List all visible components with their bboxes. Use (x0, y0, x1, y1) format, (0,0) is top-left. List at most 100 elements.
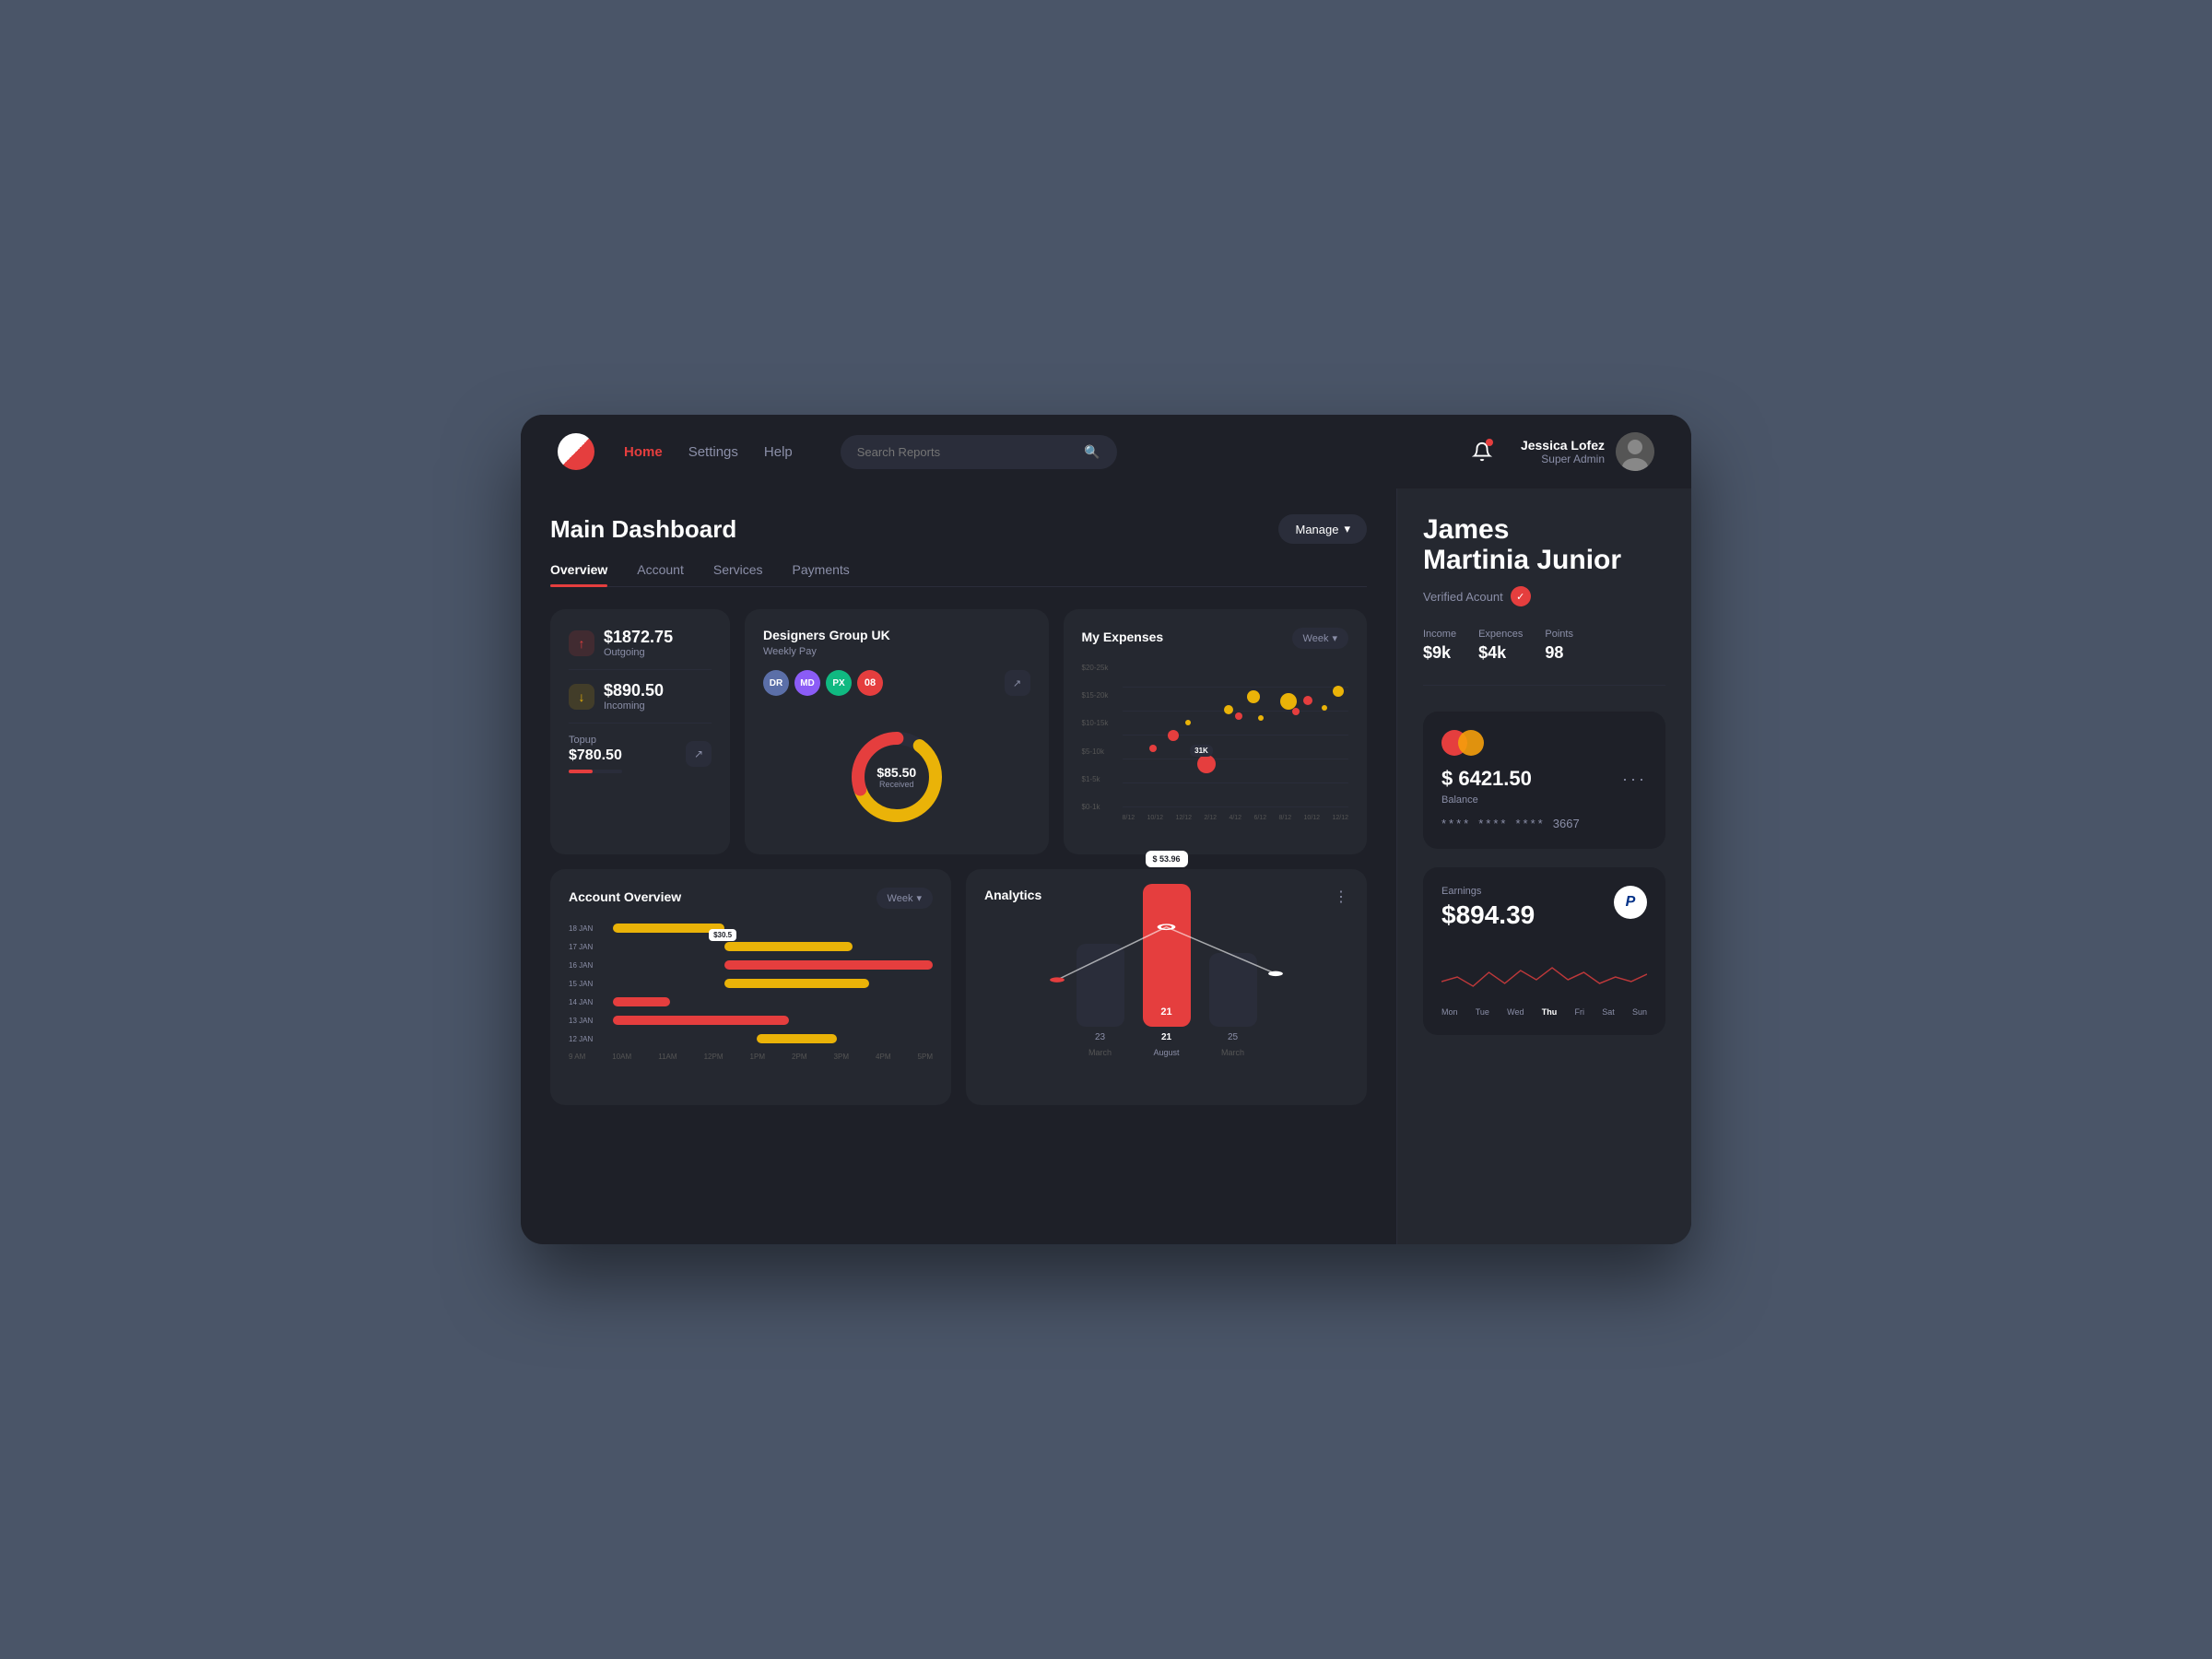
card-balance-row: $ 6421.50 ··· (1441, 767, 1647, 791)
day-tue: Tue (1476, 1007, 1489, 1017)
expenses-label: Expences (1478, 629, 1523, 640)
analytics-chart: 23 March $ 53.96 21 21 August (984, 921, 1348, 1087)
app-logo (558, 433, 594, 470)
avatar-px: PX (826, 670, 852, 696)
avatar-row: DR MD PX 08 ↗ (763, 670, 1030, 696)
search-input[interactable] (857, 445, 1076, 459)
card-dots-1: **** (1441, 817, 1471, 830)
expand-icon[interactable]: ↗ (1005, 670, 1030, 696)
verified-badge: ✓ (1511, 586, 1531, 606)
expenses-title: My Expenses (1082, 629, 1164, 644)
card-balance-label: Balance (1441, 794, 1647, 806)
income-label: Income (1423, 629, 1456, 640)
card-more-icon[interactable]: ··· (1622, 770, 1647, 789)
card-amount: $ 6421.50 (1441, 767, 1532, 791)
outgoing-amount: $1872.75 (604, 628, 673, 647)
search-bar[interactable]: 🔍 (841, 435, 1117, 469)
earnings-card: Earnings $894.39 P Mon Tue Wed Thu Fri (1423, 867, 1665, 1035)
day-fri: Fri (1574, 1007, 1584, 1017)
tab-overview[interactable]: Overview (550, 562, 607, 586)
topup-amount: $780.50 (569, 747, 622, 764)
incoming-icon: ↓ (569, 684, 594, 710)
account-overview-header: Account Overview Week ▾ (569, 888, 933, 909)
divider (569, 669, 712, 670)
payment-card: $ 6421.50 ··· Balance **** **** **** 366… (1423, 712, 1665, 849)
donut-label: Received (877, 780, 916, 789)
bell-icon[interactable] (1465, 435, 1499, 468)
card-dots-2: **** (1478, 817, 1508, 830)
nav-home[interactable]: Home (624, 444, 663, 460)
expenses-value: $4k (1478, 643, 1523, 663)
expenses-card: My Expenses Week ▾ $20-25k $15-20k $10-1… (1064, 609, 1368, 854)
user-text: Jessica Lofez Super Admin (1521, 438, 1605, 465)
stats-row: Income $9k Expences $4k Points 98 (1423, 629, 1665, 686)
divider (569, 723, 712, 724)
user-name: Jessica Lofez (1521, 438, 1605, 453)
earnings-header: Earnings $894.39 P (1441, 886, 1647, 930)
analytics-card: Analytics ⋮ 23 March (966, 869, 1367, 1105)
gantt-row: 14 JAN (569, 997, 933, 1006)
earnings-days: Mon Tue Wed Thu Fri Sat Sun (1441, 1007, 1647, 1017)
day-sun: Sun (1632, 1007, 1647, 1017)
nav-help[interactable]: Help (764, 444, 793, 460)
user-role: Super Admin (1521, 453, 1605, 465)
donut-center: $85.50 Received (877, 765, 916, 789)
designers-title: Designers Group UK (763, 628, 1030, 642)
avatar-dr: DR (763, 670, 789, 696)
manage-button[interactable]: Manage ▾ (1278, 514, 1367, 544)
points-stat: Points 98 (1545, 629, 1573, 663)
day-wed: Wed (1507, 1007, 1524, 1017)
gantt-row: 12 JAN (569, 1034, 933, 1043)
nav: Home Settings Help (624, 444, 793, 460)
account-week-selector[interactable]: Week ▾ (877, 888, 933, 909)
verified-text: Verified Acount (1423, 590, 1503, 604)
points-value: 98 (1545, 643, 1573, 663)
tab-payments[interactable]: Payments (793, 562, 850, 586)
more-options-icon[interactable]: ⋮ (1334, 888, 1348, 906)
cards-row: ↑ $1872.75 Outgoing ↓ $890.50 Incoming (550, 609, 1367, 854)
outgoing-item: ↑ $1872.75 Outgoing (569, 628, 712, 658)
page-title: Main Dashboard (550, 515, 736, 544)
avatar-count: 08 (857, 670, 883, 696)
donut-wrapper: $85.50 Received (763, 711, 1030, 836)
app-container: Home Settings Help 🔍 Jessica Lofez Super… (521, 415, 1691, 1244)
bottom-row: Account Overview Week ▾ 18 JAN (550, 869, 1367, 1105)
balance-card: ↑ $1872.75 Outgoing ↓ $890.50 Incoming (550, 609, 730, 854)
card-number-row: **** **** **** 3667 (1441, 817, 1647, 830)
x-axis: 9 AM 10AM 11AM 12PM 1PM 2PM 3PM 4PM 5PM (569, 1053, 933, 1061)
tab-account[interactable]: Account (637, 562, 684, 586)
right-panel: James Martinia Junior Verified Acount ✓ … (1396, 488, 1691, 1244)
tab-services[interactable]: Services (713, 562, 763, 586)
topup-expand-icon[interactable]: ↗ (686, 741, 712, 767)
outgoing-icon: ↑ (569, 630, 594, 656)
user-info[interactable]: Jessica Lofez Super Admin (1521, 432, 1654, 471)
notification-badge (1486, 439, 1493, 446)
mastercard-icon (1441, 730, 1647, 756)
income-stat: Income $9k (1423, 629, 1456, 663)
designers-card: Designers Group UK Weekly Pay DR MD PX 0… (745, 609, 1049, 854)
donut-chart: $85.50 Received (846, 726, 947, 828)
expenses-stat: Expences $4k (1478, 629, 1523, 663)
verified-row: Verified Acount ✓ (1423, 586, 1665, 606)
topup-section: Topup $780.50 ↗ (569, 735, 712, 773)
gantt-row: 13 JAN (569, 1016, 933, 1025)
dashboard-header: Main Dashboard Manage ▾ (550, 514, 1367, 544)
day-thu: Thu (1542, 1007, 1558, 1017)
income-value: $9k (1423, 643, 1456, 663)
points-label: Points (1545, 629, 1573, 640)
expenses-header: My Expenses Week ▾ (1082, 628, 1349, 649)
card-dots-3: **** (1516, 817, 1546, 830)
day-mon: Mon (1441, 1007, 1458, 1017)
nav-settings[interactable]: Settings (688, 444, 738, 460)
analytics-title: Analytics (984, 888, 1041, 902)
outgoing-label: Outgoing (604, 647, 673, 658)
topup-label: Topup (569, 735, 622, 746)
week-selector[interactable]: Week ▾ (1292, 628, 1348, 649)
donut-amount: $85.50 (877, 765, 916, 780)
designers-subtitle: Weekly Pay (763, 646, 1030, 657)
account-overview-title: Account Overview (569, 889, 681, 904)
incoming-item: ↓ $890.50 Incoming (569, 681, 712, 712)
main-content: Main Dashboard Manage ▾ Overview Account… (521, 488, 1691, 1244)
card-number-last: 3667 (1553, 817, 1580, 830)
profile-name: James Martinia Junior (1423, 514, 1665, 575)
